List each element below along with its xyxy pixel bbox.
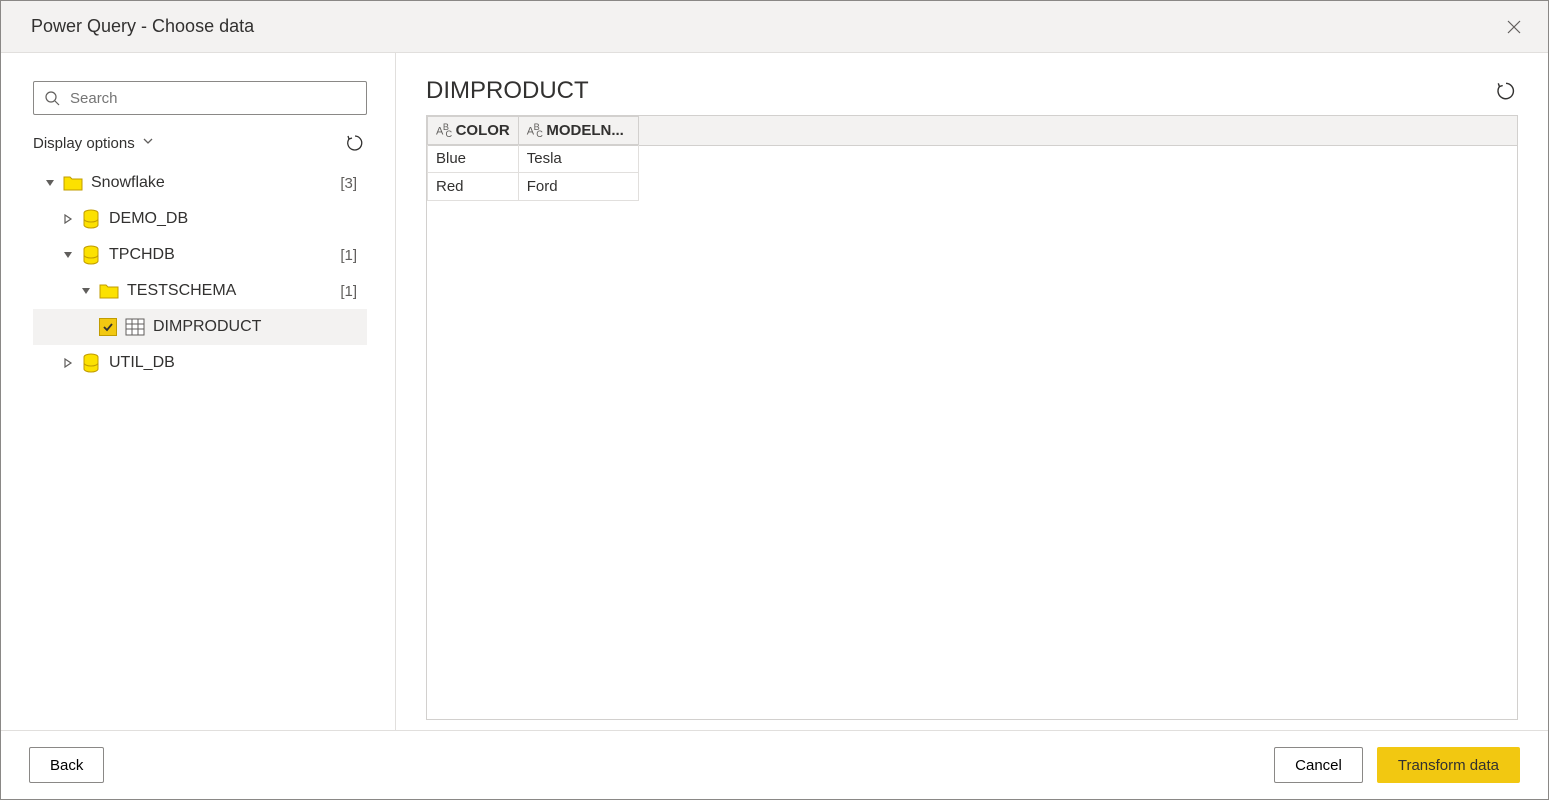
refresh-icon: [1495, 80, 1517, 102]
column-header-modelname[interactable]: ABC MODELN...: [518, 117, 638, 145]
tree-node-testschema[interactable]: TESTSCHEMA [1]: [33, 273, 367, 309]
navigator-sidebar: Display options Snowfl: [1, 53, 396, 730]
tree-node-label: TESTSCHEMA: [127, 282, 236, 300]
table-row[interactable]: Blue Tesla: [428, 145, 639, 173]
dialog-title: Power Query - Choose data: [31, 16, 254, 37]
collapse-icon[interactable]: [61, 248, 75, 262]
expand-icon[interactable]: [61, 212, 75, 226]
close-icon: [1506, 19, 1522, 35]
sidebar-refresh-button[interactable]: [343, 131, 367, 155]
tree-node-tpchdb[interactable]: TPCHDB [1]: [33, 237, 367, 273]
cancel-button[interactable]: Cancel: [1274, 747, 1363, 783]
tree-node-demo-db[interactable]: DEMO_DB: [33, 201, 367, 237]
tree-node-util-db[interactable]: UTIL_DB: [33, 345, 367, 381]
cell: Ford: [518, 173, 638, 201]
tree-node-count: [1]: [340, 283, 357, 300]
tree-node-label: TPCHDB: [109, 246, 175, 264]
tree-node-snowflake[interactable]: Snowflake [3]: [33, 165, 367, 201]
cell: Red: [428, 173, 519, 201]
checkbox-checked[interactable]: [99, 318, 117, 336]
database-icon: [81, 353, 101, 373]
navigator-tree: Snowflake [3] DEMO_DB: [33, 165, 367, 381]
tree-node-label: Snowflake: [91, 174, 165, 192]
collapse-icon[interactable]: [43, 176, 57, 190]
column-name: MODELN...: [546, 122, 624, 139]
tree-node-label: UTIL_DB: [109, 354, 175, 372]
close-button[interactable]: [1498, 11, 1530, 43]
search-box[interactable]: [33, 81, 367, 115]
folder-icon: [63, 173, 83, 193]
cell: Blue: [428, 145, 519, 173]
chevron-down-icon: [141, 134, 155, 152]
table-row[interactable]: Red Ford: [428, 173, 639, 201]
cell: Tesla: [518, 145, 638, 173]
tree-node-count: [1]: [340, 247, 357, 264]
transform-data-button[interactable]: Transform data: [1377, 747, 1520, 783]
expand-icon[interactable]: [61, 356, 75, 370]
table-icon: [125, 317, 145, 337]
tree-node-count: [3]: [340, 175, 357, 192]
folder-icon: [99, 281, 119, 301]
column-name: COLOR: [456, 122, 510, 139]
text-type-icon: ABC: [436, 122, 452, 140]
preview-title: DIMPRODUCT: [426, 77, 589, 105]
tree-node-dimproduct[interactable]: DIMPRODUCT: [33, 309, 367, 345]
check-icon: [102, 321, 114, 333]
search-input[interactable]: [68, 89, 356, 108]
display-options-dropdown[interactable]: Display options: [33, 134, 155, 152]
back-button[interactable]: Back: [29, 747, 104, 783]
database-icon: [81, 209, 101, 229]
refresh-icon: [345, 133, 365, 153]
search-icon: [44, 90, 60, 106]
text-type-icon: ABC: [527, 122, 543, 140]
database-icon: [81, 245, 101, 265]
preview-refresh-button[interactable]: [1494, 79, 1518, 103]
column-header-color[interactable]: ABC COLOR: [428, 117, 519, 145]
tree-node-label: DIMPRODUCT: [153, 318, 261, 336]
collapse-icon[interactable]: [79, 284, 93, 298]
data-preview-grid[interactable]: ABC COLOR ABC MODELN...: [426, 115, 1518, 720]
display-options-label: Display options: [33, 135, 135, 152]
tree-node-label: DEMO_DB: [109, 210, 188, 228]
